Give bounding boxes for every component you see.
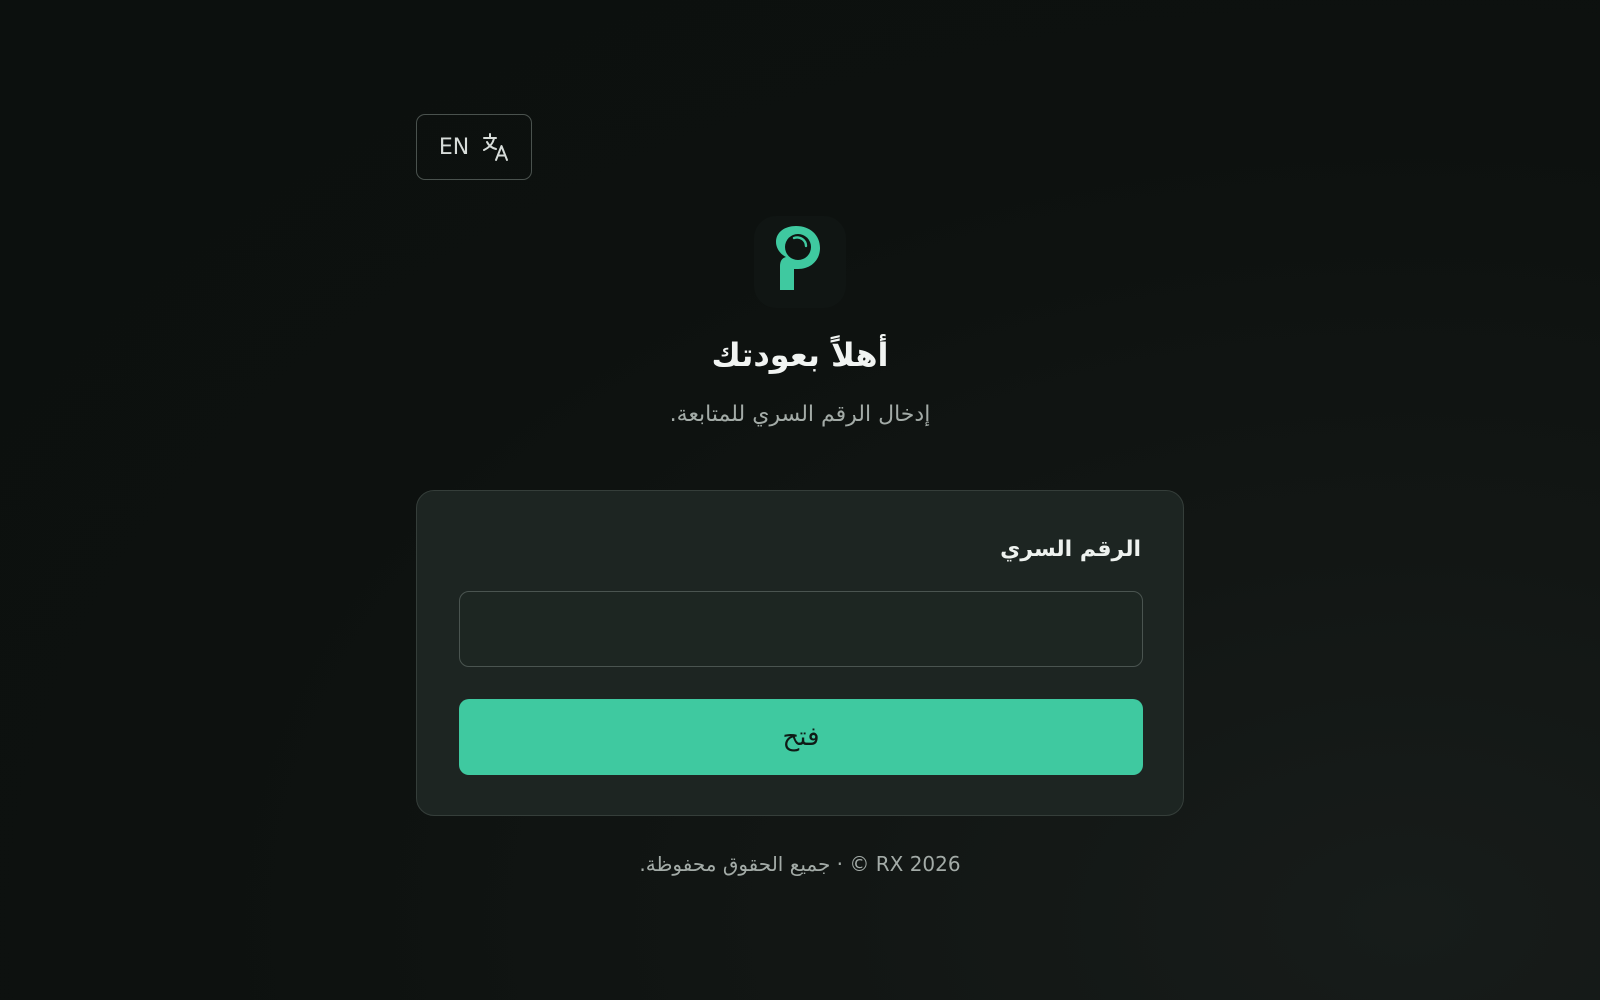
language-label: EN bbox=[438, 134, 470, 160]
page-title: أهلاً بعودتك bbox=[711, 336, 889, 374]
brand-logo-icon bbox=[772, 226, 828, 298]
pin-input[interactable] bbox=[459, 591, 1143, 667]
page-subtitle: إدخال الرقم السري للمتابعة. bbox=[669, 402, 931, 427]
translate-icon bbox=[481, 132, 509, 162]
unlock-button[interactable]: فتح bbox=[459, 699, 1143, 775]
footer-copyright: RX 2026 © · جميع الحقوق محفوظة. bbox=[639, 852, 961, 876]
login-card: الرقم السري فتح bbox=[416, 490, 1184, 816]
brand-logo bbox=[754, 216, 846, 308]
pin-field-label: الرقم السري bbox=[1000, 537, 1141, 562]
language-toggle-button[interactable]: EN bbox=[416, 114, 532, 180]
